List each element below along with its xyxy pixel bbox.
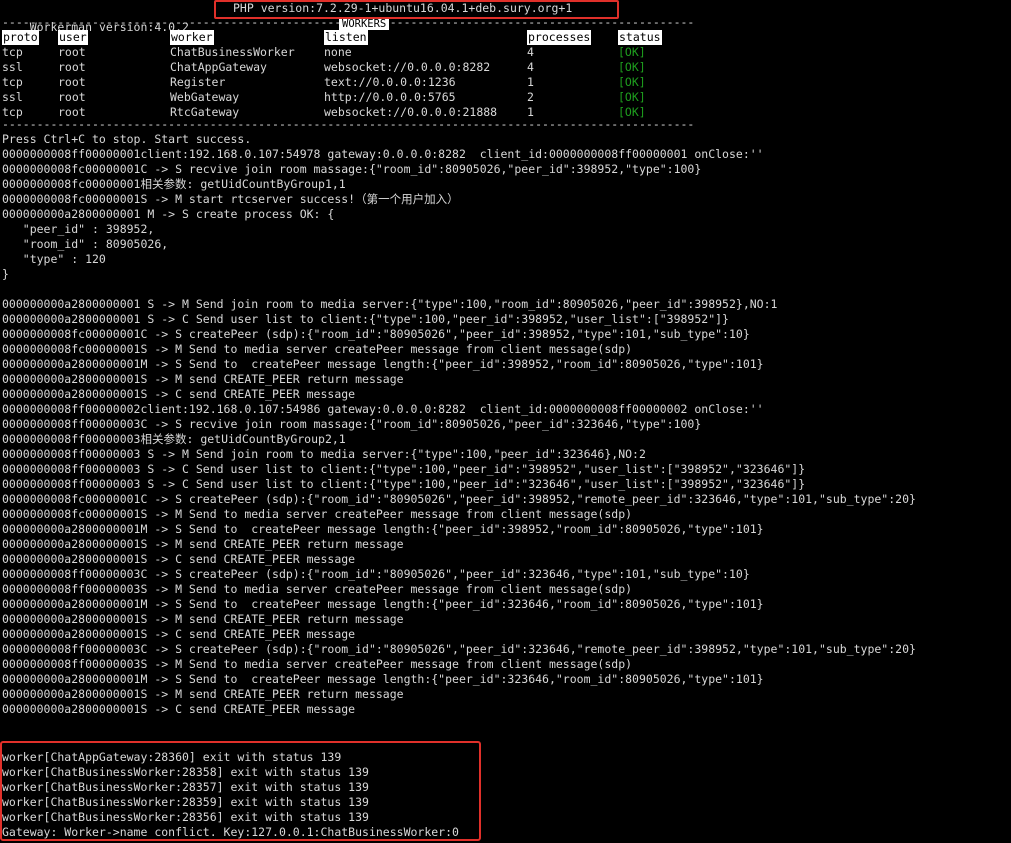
- table-row: ssl root WebGateway http://0.0.0.0:5765 2 [OK…: [2, 90, 1007, 105]
- log-line: 000000000a2800000001M -> S Send to creat…: [2, 522, 764, 536]
- col-user: user: [58, 30, 88, 45]
- cell-proto: tcp: [2, 75, 23, 89]
- log-line: 000000000a2800000001S -> M send CREATE_P…: [2, 537, 404, 551]
- error-line: worker[ChatBusinessWorker:28356] exit wi…: [2, 810, 369, 824]
- error-line: worker[ChatBusinessWorker:28357] exit wi…: [2, 780, 369, 794]
- workers-label: WORKERS: [339, 19, 390, 30]
- col-worker: worker: [170, 30, 214, 45]
- log-output: Press Ctrl+C to stop. Start success. 0000…: [2, 132, 1007, 717]
- log-line: "type" : 120: [2, 252, 106, 266]
- log-line: 0000000008ff00000003 S -> C Send user li…: [2, 477, 806, 491]
- log-line: 000000000a2800000001 S -> M Send join ro…: [2, 297, 778, 311]
- log-line: 000000000a2800000001 S -> C Send user li…: [2, 312, 729, 326]
- cell-worker: Register: [170, 75, 226, 89]
- error-line: worker[ChatBusinessWorker:28359] exit wi…: [2, 795, 369, 809]
- cell-status: [OK]: [618, 75, 646, 89]
- log-line: 0000000008fc00000001S -> M start rtcserv…: [2, 192, 459, 206]
- error-output: worker[ChatAppGateway:28360] exit with s…: [2, 750, 459, 840]
- cell-user: root: [58, 90, 86, 104]
- cell-proto: ssl: [2, 60, 23, 74]
- log-line: 000000000a2800000001S -> C send CREATE_P…: [2, 627, 356, 641]
- cell-listen: text://0.0.0.0:1236: [324, 75, 456, 89]
- log-line: 000000000a2800000001S -> M send CREATE_P…: [2, 687, 404, 701]
- cell-listen: none: [324, 45, 352, 59]
- cell-listen: http://0.0.0.0:5765: [324, 90, 456, 104]
- col-processes: processes: [527, 30, 592, 45]
- table-row: tcp root ChatBusinessWorker none 4 [OK]: [2, 45, 1007, 60]
- cell-proto: tcp: [2, 45, 23, 59]
- log-line: 0000000008fc00000001C -> S createPeer (s…: [2, 327, 750, 341]
- log-line: 000000000a2800000001S -> M send CREATE_P…: [2, 372, 404, 386]
- error-line: worker[ChatAppGateway:28360] exit with s…: [2, 750, 342, 764]
- cell-user: root: [58, 60, 86, 74]
- log-line: 000000000a2800000001M -> S Send to creat…: [2, 357, 764, 371]
- log-line: 0000000008ff00000002client:192.168.0.107…: [2, 402, 764, 416]
- log-line: 000000000a2800000001M -> S Send to creat…: [2, 597, 764, 611]
- cell-user: root: [58, 75, 86, 89]
- log-line: 000000000a2800000001S -> C send CREATE_P…: [2, 387, 356, 401]
- log-line: 0000000008fc00000001C -> S recvive join …: [2, 162, 702, 176]
- cell-worker: ChatAppGateway: [170, 60, 267, 74]
- col-proto: proto: [2, 30, 39, 45]
- cell-processes: 1: [527, 75, 534, 89]
- log-line: 0000000008ff00000003S -> M Send to media…: [2, 582, 633, 596]
- cell-status: [OK]: [618, 45, 646, 59]
- log-line: 000000000a2800000001 M -> S create proce…: [2, 207, 335, 221]
- error-line: Gateway: Worker->name conflict. Key:127.…: [2, 825, 459, 839]
- cell-processes: 4: [527, 45, 534, 59]
- log-line: 0000000008fc00000001S -> M Send to media…: [2, 507, 633, 521]
- log-line: Press Ctrl+C to stop. Start success.: [2, 132, 252, 146]
- log-line: 0000000008ff00000003C -> S recvive join …: [2, 417, 702, 431]
- error-line: worker[ChatBusinessWorker:28358] exit wi…: [2, 765, 369, 779]
- cell-processes: 4: [527, 60, 534, 74]
- table-row: ssl root ChatAppGateway websocket://0.0.0.0…: [2, 60, 1007, 75]
- col-status: status: [618, 30, 662, 45]
- log-line: 0000000008fc00000001S -> M Send to media…: [2, 342, 633, 356]
- cell-proto: ssl: [2, 90, 23, 104]
- log-line: 0000000008ff00000003 S -> M Send join ro…: [2, 447, 646, 461]
- cell-listen: websocket://0.0.0.0:8282: [324, 60, 491, 74]
- terminal-output: Workerman version:4.0.2 PHP version:7.2.…: [2, 0, 1007, 717]
- table-header: proto user worker listen processes statu…: [2, 30, 1007, 45]
- log-line: 0000000008ff00000001client:192.168.0.107…: [2, 147, 764, 161]
- log-line: 0000000008ff00000003C -> S createPeer (s…: [2, 642, 916, 656]
- separator-top: ----------------------------------------…: [2, 15, 1007, 30]
- log-line: "room_id" : 80905026,: [2, 237, 169, 251]
- log-line: 0000000008ff00000003相关参数: getUidCountByG…: [2, 432, 346, 446]
- table-row: tcp root Register text://0.0.0.0:1236 1 [OK]: [2, 75, 1007, 90]
- separator-bottom: ----------------------------------------…: [2, 117, 1007, 132]
- log-line: 000000000a2800000001M -> S Send to creat…: [2, 672, 764, 686]
- log-line: "peer_id" : 398952,: [2, 222, 155, 236]
- log-line: }: [2, 267, 9, 281]
- cell-processes: 2: [527, 90, 534, 104]
- cell-worker: ChatBusinessWorker: [170, 45, 295, 59]
- log-line: 0000000008ff00000003C -> S createPeer (s…: [2, 567, 750, 581]
- log-line: 0000000008ff00000003 S -> C Send user li…: [2, 462, 806, 476]
- cell-user: root: [58, 45, 86, 59]
- log-line: 0000000008fc00000001相关参数: getUidCountByG…: [2, 177, 346, 191]
- log-line: 000000000a2800000001S -> C send CREATE_P…: [2, 702, 356, 716]
- log-line: 0000000008fc00000001C -> S createPeer (s…: [2, 492, 916, 506]
- cell-status: [OK]: [618, 60, 646, 74]
- log-line: 000000000a2800000001S -> M send CREATE_P…: [2, 612, 404, 626]
- col-listen: listen: [324, 30, 368, 45]
- log-line: 0000000008ff00000003S -> M Send to media…: [2, 657, 633, 671]
- table-body: tcp root ChatBusinessWorker none 4 [OK] ssl roo…: [2, 45, 1007, 120]
- log-line: 000000000a2800000001S -> C send CREATE_P…: [2, 552, 356, 566]
- cell-status: [OK]: [618, 90, 646, 104]
- cell-worker: WebGateway: [170, 90, 240, 104]
- separator-line: ----------------------------------------…: [2, 117, 695, 131]
